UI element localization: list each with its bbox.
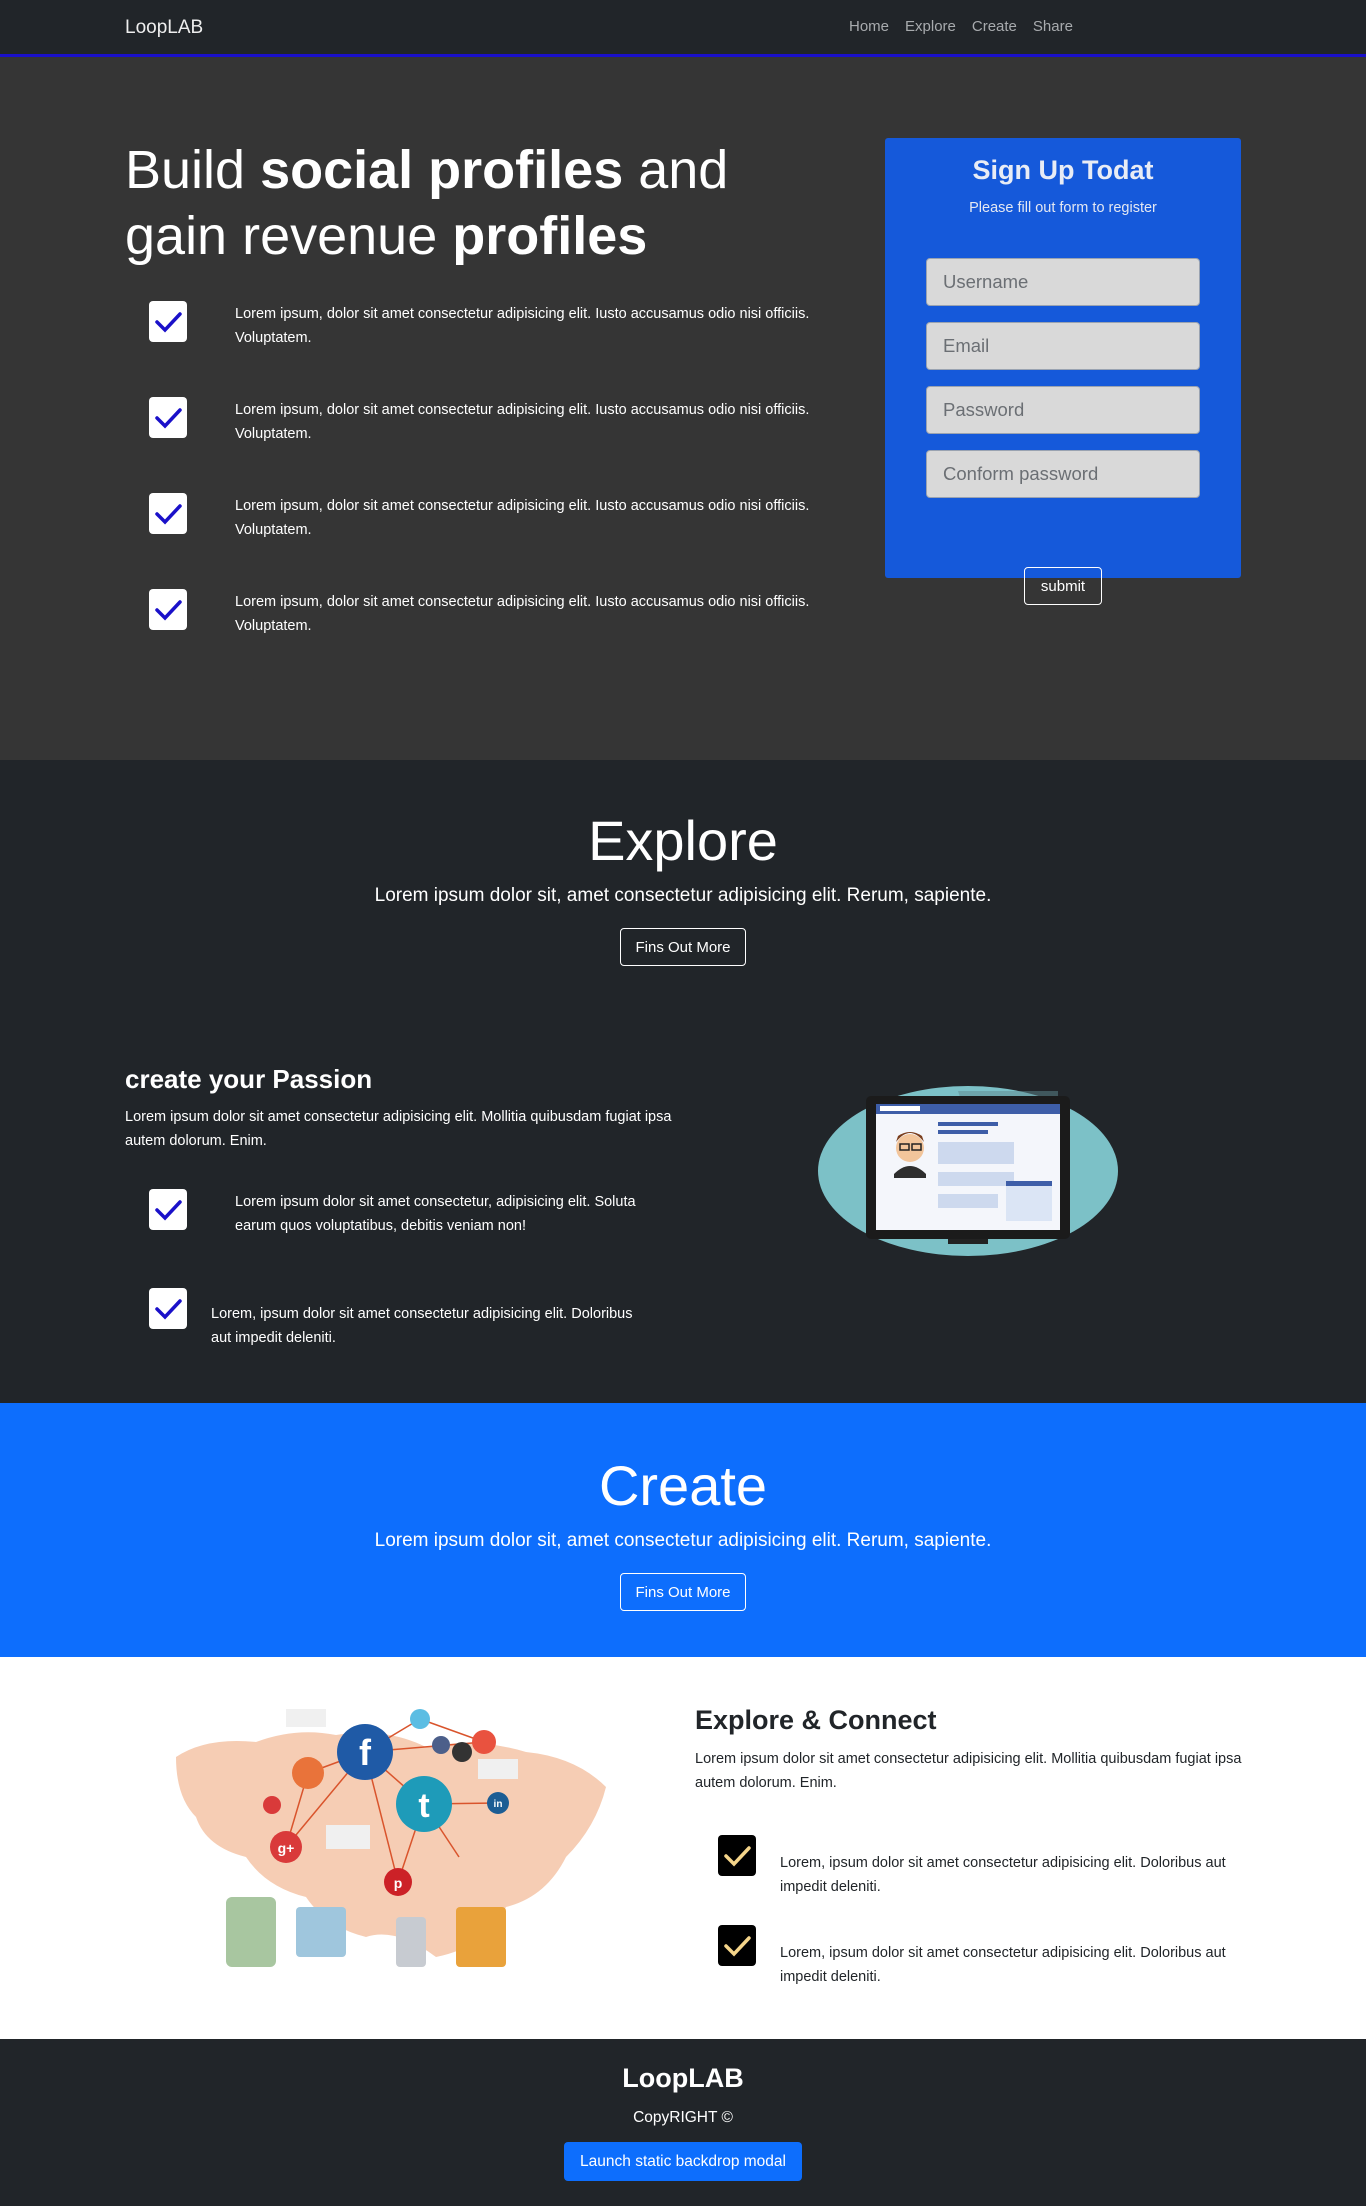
- check-icon: [149, 493, 187, 534]
- create-find-out-more-button[interactable]: Fins Out More: [620, 1573, 746, 1611]
- nav-link-home[interactable]: Home: [849, 18, 889, 35]
- nav-link-explore[interactable]: Explore: [905, 18, 956, 35]
- confirm-password-input[interactable]: [926, 450, 1200, 498]
- svg-text:f: f: [359, 1732, 372, 1773]
- hero-feature-text: Lorem ipsum, dolor sit amet consectetur …: [235, 306, 810, 346]
- explore-subtitle: Lorem ipsum dolor sit, amet consectetur …: [374, 885, 992, 906]
- username-input[interactable]: [926, 258, 1200, 306]
- explore-find-out-more-button[interactable]: Fins Out More: [620, 928, 746, 966]
- connect-text: Lorem ipsum dolor sit amet consectetur a…: [695, 1751, 1242, 1791]
- email-input[interactable]: [926, 322, 1200, 370]
- check-icon: [149, 1189, 187, 1230]
- check-icon: [149, 1288, 187, 1329]
- check-icon: [149, 397, 187, 438]
- connect-section: f t g+ p in Explore & Connect Lorem ipsu…: [0, 1657, 1366, 2039]
- passion-feature-text: Lorem, ipsum dolor sit amet consectetur …: [211, 1306, 633, 1346]
- connect-feature-text: Lorem, ipsum dolor sit amet consectetur …: [780, 1855, 1226, 1895]
- footer: LoopLAB CopyRIGHT © Launch static backdr…: [0, 2039, 1366, 2206]
- submit-button[interactable]: submit: [1024, 567, 1102, 605]
- launch-modal-button[interactable]: Launch static backdrop modal: [564, 2142, 802, 2181]
- check-icon: [718, 1835, 756, 1876]
- brand-logo[interactable]: LoopLAB: [125, 17, 203, 39]
- nav-link-share[interactable]: Share: [1033, 18, 1073, 35]
- signup-form: Sign Up Todat Please fill out form to re…: [885, 138, 1241, 605]
- create-subtitle: Lorem ipsum dolor sit, amet consectetur …: [374, 1530, 992, 1551]
- create-section: Create Lorem ipsum dolor sit, amet conse…: [0, 1403, 1366, 1657]
- nav-link-create[interactable]: Create: [972, 18, 1017, 35]
- passion-text: Lorem ipsum dolor sit amet consectetur a…: [125, 1109, 672, 1149]
- svg-text:t: t: [418, 1787, 429, 1825]
- nav-links: Home Explore Create Share: [849, 18, 1073, 35]
- svg-text:g+: g+: [278, 1840, 295, 1856]
- check-icon: [149, 301, 187, 342]
- hero-feature-text: Lorem ipsum, dolor sit amet consectetur …: [235, 498, 810, 538]
- explore-title: Explore: [588, 809, 778, 872]
- create-title: Create: [598, 1454, 768, 1517]
- laptop-profile-illustration: [818, 1086, 1118, 1256]
- social-network-map-illustration: f t g+ p in: [176, 1709, 606, 1967]
- check-icon: [718, 1925, 756, 1966]
- footer-brand: LoopLAB: [622, 2063, 744, 2093]
- password-input[interactable]: [926, 386, 1200, 434]
- check-icon: [149, 589, 187, 630]
- footer-copyright: CopyRIGHT ©: [633, 2109, 733, 2126]
- hero-title: Build social profiles and gain revenue p…: [125, 140, 729, 266]
- hero-feature-text: Lorem ipsum, dolor sit amet consectetur …: [235, 594, 810, 634]
- signup-subtitle: Please fill out form to register: [969, 200, 1157, 216]
- explore-section: Explore Lorem ipsum dolor sit, amet cons…: [0, 760, 1366, 1403]
- signup-title: Sign Up Todat: [972, 155, 1154, 185]
- connect-title: Explore & Connect: [695, 1705, 937, 1735]
- connect-feature-text: Lorem, ipsum dolor sit amet consectetur …: [780, 1945, 1226, 1985]
- passion-feature-text: Lorem ipsum dolor sit amet consectetur, …: [235, 1194, 636, 1234]
- svg-text:in: in: [494, 1799, 503, 1810]
- navbar: LoopLAB Home Explore Create Share: [0, 0, 1366, 57]
- hero-section: Build social profiles and gain revenue p…: [0, 57, 1366, 760]
- svg-text:p: p: [394, 1875, 403, 1891]
- hero-feature-text: Lorem ipsum, dolor sit amet consectetur …: [235, 402, 810, 442]
- passion-title: create your Passion: [125, 1064, 373, 1094]
